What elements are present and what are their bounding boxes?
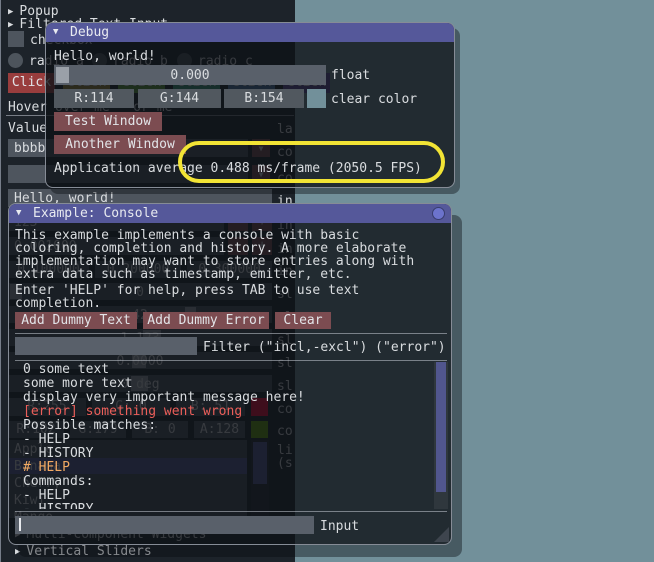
float-label: float [331, 68, 370, 83]
clear-color-b-field[interactable]: B:154 [224, 89, 304, 108]
debug-titlebar[interactable]: ▼ Debug [46, 23, 454, 42]
filter-input[interactable] [15, 337, 197, 355]
clear-button[interactable]: Clear [275, 312, 331, 329]
console-scrollbar[interactable] [434, 362, 448, 509]
log-line: [error] something went wrong [23, 404, 242, 419]
console-input[interactable] [15, 516, 314, 534]
chevron-right-icon: ▶ [8, 20, 13, 30]
log-line: Commands: [23, 474, 93, 489]
combo-box-1-value: bbbb [14, 141, 45, 156]
add-dummy-text-button[interactable]: Add Dummy Text [15, 312, 137, 329]
radio-a[interactable] [8, 53, 23, 68]
debug-title: Debug [70, 23, 109, 42]
console-desc-line: extra data such as timestamp, emitter, e… [15, 267, 352, 282]
collapse-arrow-icon[interactable]: ▼ [16, 204, 21, 223]
chevron-right-icon: ▶ [8, 7, 13, 17]
separator [15, 511, 447, 512]
collapse-arrow-icon[interactable]: ▼ [53, 23, 58, 42]
log-line: Possible matches: [23, 418, 156, 433]
close-icon[interactable] [432, 207, 445, 220]
log-line: 0 some text [23, 362, 109, 377]
separator [15, 333, 447, 334]
float-slider-value: 0.000 [54, 68, 326, 83]
log-line: - HISTORY [23, 502, 93, 509]
log-line: # HELP [23, 460, 70, 475]
value-text: Value [8, 121, 47, 136]
log-line: some more text [23, 376, 133, 391]
add-dummy-error-button[interactable]: Add Dummy Error [143, 312, 269, 329]
test-window-button[interactable]: Test Window [54, 112, 162, 131]
screen: ▶Popup ▶Filtered Text Input checkbox rad… [0, 0, 654, 562]
console-log[interactable]: 0 some text some more text display very … [15, 362, 431, 509]
text-caret [19, 518, 21, 531]
console-title: Example: Console [33, 204, 158, 223]
console-desc-line: completion. [15, 296, 101, 311]
clear-color-label: clear color [331, 92, 417, 107]
console-input-label: Input [320, 519, 359, 534]
clear-color-swatch[interactable] [307, 89, 326, 108]
clear-color-r-field[interactable]: R:114 [54, 89, 134, 108]
hello-world-text: Hello, world! [54, 49, 156, 64]
checkbox[interactable] [8, 31, 24, 47]
console-titlebar[interactable]: ▼ Example: Console [9, 204, 451, 223]
resize-grip-icon[interactable] [434, 527, 449, 542]
tree-node-vertical-sliders[interactable]: ▶Vertical Sliders [15, 544, 152, 559]
another-window-button[interactable]: Another Window [54, 135, 186, 154]
filter-label: Filter ("incl,-excl") ("error") [203, 340, 446, 355]
log-line: display very important message here! [23, 390, 305, 405]
console-window: ▼ Example: Console This example implemen… [8, 203, 452, 545]
highlight-ellipse [178, 141, 445, 183]
clear-color-g-field[interactable]: G:144 [138, 89, 221, 108]
log-line: - HELP [23, 488, 70, 503]
separator [15, 360, 447, 361]
log-line: - HISTORY [23, 446, 93, 461]
console-scrollbar-thumb[interactable] [436, 362, 446, 492]
chevron-right-icon: ▶ [15, 547, 20, 557]
log-line: - HELP [23, 432, 70, 447]
